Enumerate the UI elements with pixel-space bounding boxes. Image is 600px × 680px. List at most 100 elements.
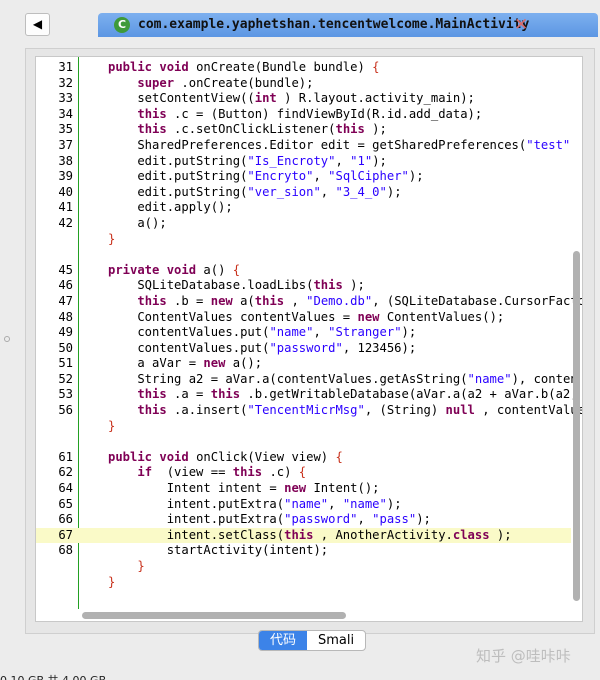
line-number: 65 — [58, 496, 73, 511]
code-text: contentValues.put("name", "Stranger"); — [108, 325, 416, 341]
line-number: 40 — [58, 184, 73, 199]
code-token: if — [137, 465, 160, 480]
line-number: 61 — [58, 449, 73, 464]
decompiler-window: ◀ C com.example.yaphetshan.tencentwelcom… — [0, 0, 600, 680]
code-text: intent.putExtra("password", "pass"); — [108, 512, 431, 528]
code-token: { — [232, 262, 241, 277]
code-token: startActivity(intent); — [108, 543, 329, 558]
line-number: 51 — [58, 356, 73, 371]
code-token: "Stranger" — [328, 325, 402, 340]
code-text: private void a() { — [108, 263, 240, 279]
line-number: 67 — [58, 527, 73, 542]
code-token: Intent(); — [313, 481, 380, 496]
code-text: public void onCreate(Bundle bundle) { — [108, 60, 380, 76]
close-icon[interactable]: ✕ — [514, 15, 528, 35]
line-number: 50 — [58, 340, 73, 355]
code-token: class — [452, 527, 497, 542]
code-text: } — [108, 232, 115, 248]
code-token: , — [357, 512, 373, 527]
code-text: } — [108, 559, 144, 575]
vertical-scroll-thumb[interactable] — [573, 251, 580, 601]
code-token: new — [284, 481, 314, 496]
code-token: , contentValues — [482, 403, 583, 418]
code-token: { — [372, 60, 380, 74]
code-text: SharedPreferences.Editor edit = getShare… — [108, 138, 570, 154]
code-token: null — [445, 403, 483, 418]
code-token: int — [254, 91, 285, 106]
line-number: 46 — [58, 278, 73, 293]
code-token: edit.putString( — [108, 169, 248, 184]
code-token: , — [313, 169, 329, 184]
code-token: ); — [416, 512, 431, 527]
code-token: "password" — [269, 340, 343, 355]
code-token: , AnotherActivity. — [320, 527, 453, 542]
tab-title: com.example.yaphetshan.tencentwelcome.Ma… — [138, 17, 530, 32]
code-token: intent.putExtra( — [108, 496, 285, 511]
code-line: 62 if (view == this .c) { — [36, 465, 571, 481]
code-token: .c.setOnClickListener( — [174, 122, 336, 137]
code-editor[interactable]: 31 public void onCreate(Bundle bundle) { 3… — [35, 56, 583, 622]
tab-main-activity[interactable]: C com.example.yaphetshan.tencentwelcome.… — [98, 13, 598, 37]
code-token: , 123456); — [342, 340, 417, 355]
code-text: String a2 = aVar.a(contentValues.getAsSt… — [108, 371, 577, 388]
code-token: contentValues.put( — [108, 325, 270, 340]
code-token: a( — [240, 293, 255, 308]
code-token: "password" — [284, 512, 358, 527]
code-token: String a2 = aVar.a(contentValues.getAsSt… — [108, 371, 468, 386]
code-text: this .a = this .b.getWritableDatabase(aV… — [108, 387, 582, 403]
line-number: 37 — [58, 137, 73, 152]
code-token: { — [335, 449, 343, 464]
code-token: onCreate(Bundle bundle) — [196, 60, 373, 74]
code-token: .a.insert( — [174, 403, 248, 418]
line-number: 56 — [58, 403, 73, 418]
code-token: } — [108, 574, 116, 589]
code-line: 34 this .c = (Button) findViewById(R.id.… — [36, 107, 571, 123]
line-number: 33 — [58, 91, 73, 106]
code-token: super — [137, 75, 182, 90]
code-line: 68 startActivity(intent); — [36, 543, 571, 559]
memory-status: 0.10 GB 共 4.00 GB — [0, 672, 106, 680]
code-token: this — [137, 122, 175, 137]
code-line: 45 private void a() { — [36, 263, 571, 279]
code-token: this — [284, 527, 321, 542]
code-token: , (String) — [364, 403, 446, 418]
code-line: 64 Intent intent = new Intent(); — [36, 481, 571, 497]
code-line: 56 this .a.insert("TencentMicrMsg", (Str… — [36, 403, 582, 419]
code-token: "TencentMicrMsg" — [247, 403, 365, 418]
code-token: .c) — [269, 465, 299, 480]
splitter-handle[interactable] — [4, 336, 10, 342]
code-line: 66 intent.putExtra("password", "pass"); — [36, 512, 571, 528]
back-button[interactable]: ◀ — [25, 13, 50, 36]
code-tab-button[interactable]: 代码 — [259, 631, 308, 650]
horizontal-scrollbar[interactable] — [36, 609, 571, 621]
code-line: 31 public void onCreate(Bundle bundle) { — [36, 60, 571, 76]
code-line: 50 contentValues.put("password", 123456)… — [36, 341, 571, 357]
code-text: } — [108, 419, 115, 435]
code-token: ); — [386, 184, 402, 199]
code-line: } — [36, 575, 571, 591]
line-number: 41 — [58, 200, 73, 215]
code-text: public void onClick(View view) { — [108, 450, 343, 466]
horizontal-scroll-thumb[interactable] — [82, 612, 346, 619]
code-token: new — [357, 309, 387, 324]
code-token: "Demo.db" — [306, 293, 373, 308]
code-line: 51 a aVar = new a(); — [36, 356, 571, 372]
code-line: 52 String a2 = aVar.a(contentValues.getA… — [36, 372, 577, 388]
code-token: intent.setClass( — [108, 527, 285, 542]
code-token: this — [313, 278, 351, 293]
line-number: 35 — [58, 122, 73, 137]
code-text: Intent intent = new Intent(); — [108, 481, 380, 497]
code-text: edit.putString("ver_sion", "3_4_0"); — [108, 184, 402, 201]
code-token: SQLiteDatabase.loadLibs( — [108, 278, 314, 293]
code-line: 40 edit.putString("ver_sion", "3_4_0"); — [36, 185, 571, 201]
code-token: Intent intent = — [108, 481, 285, 496]
code-token: } — [108, 231, 116, 246]
code-token: SharedPreferences.Editor edit = getShare… — [108, 137, 527, 152]
smali-tab-button[interactable]: Smali — [307, 631, 365, 650]
code-text: intent.putExtra("name", "name"); — [108, 497, 402, 513]
code-token: , — [291, 293, 307, 308]
code-token: a(); — [232, 356, 263, 371]
